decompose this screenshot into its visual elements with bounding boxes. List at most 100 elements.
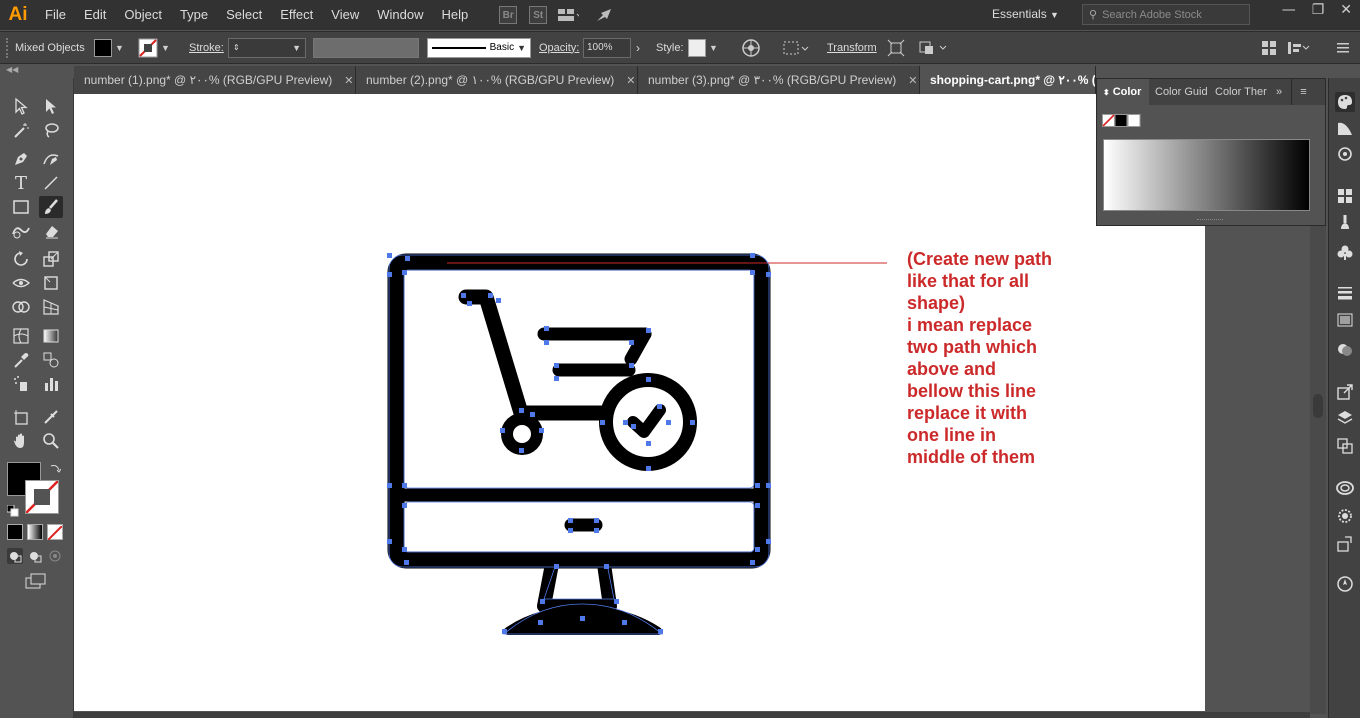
graphic-style-swatch[interactable]: ▼ [688,32,718,63]
opacity-input[interactable]: 100% › [583,32,640,63]
default-colors-icon[interactable] [6,502,19,517]
eyedropper-tool-icon[interactable] [9,349,33,371]
menu-file[interactable]: File [36,0,75,30]
stroke-panel-icon[interactable] [1335,282,1355,302]
arrange-icon[interactable] [1260,32,1278,63]
column-graph-tool-icon[interactable] [39,373,63,395]
color-spectrum[interactable] [1103,139,1310,211]
hand-tool-icon[interactable] [9,430,33,452]
recolor-artwork-icon[interactable] [741,32,761,63]
minimize-button[interactable]: — [1282,2,1296,18]
draw-normal-icon[interactable] [7,548,23,564]
menu-edit[interactable]: Edit [75,0,115,30]
paintbrush-tool-icon[interactable] [39,196,63,218]
navigator-icon[interactable] [1335,574,1355,594]
workspace-switcher[interactable]: Essentials ▼ [992,7,1059,21]
align-panel-icon[interactable] [1286,32,1310,63]
menu-help[interactable]: Help [432,0,477,30]
menu-effect[interactable]: Effect [271,0,322,30]
eraser-tool-icon[interactable] [39,220,63,242]
selection-tool-icon[interactable] [9,95,33,117]
swatches-icon[interactable] [1335,186,1355,206]
line-segment-tool-icon[interactable] [39,172,63,194]
artboards-icon[interactable] [1335,436,1355,456]
tab-color-themes[interactable]: Color Ther [1209,79,1267,105]
gradient-mode-button[interactable] [27,524,43,540]
stock-button[interactable]: St [527,5,549,25]
color-swatches[interactable] [1102,114,1150,130]
draw-behind-icon[interactable] [27,548,43,564]
asset-export-icon[interactable] [1335,534,1355,554]
grip-handle[interactable] [6,38,11,58]
cc-libraries-icon[interactable] [1335,478,1355,498]
rectangle-tool-icon[interactable] [9,196,33,218]
color-themes-icon[interactable] [1335,144,1355,164]
none-mode-button[interactable] [47,524,63,541]
menu-select[interactable]: Select [217,0,271,30]
stroke-swatch[interactable]: ▼ [138,32,170,63]
stroke-label[interactable]: Stroke: [189,32,224,63]
tab-number-3[interactable]: number (3).png* @ ۳۰۰% (RGB/GPU Preview)… [638,66,920,94]
layers-icon[interactable] [1335,408,1355,428]
opacity-label[interactable]: Opacity: [539,32,579,63]
lasso-tool-icon[interactable] [39,119,63,141]
type-tool-icon[interactable]: T [9,172,33,194]
close-tab-icon[interactable]: ✕ [626,74,635,87]
symbols-icon[interactable] [1335,242,1355,262]
tab-color-guide[interactable]: Color Guid [1149,79,1209,105]
close-tab-icon[interactable]: ✕ [344,74,353,87]
align-to-icon[interactable] [781,32,809,63]
brushes-icon[interactable] [1335,212,1355,232]
menu-window[interactable]: Window [368,0,432,30]
close-button[interactable]: ✕ [1340,2,1352,18]
stroke-weight-stepper[interactable]: ⇕ ▼ [228,32,306,63]
fill-swatch[interactable]: ▼ [94,32,124,63]
draw-inside-icon[interactable] [47,548,63,564]
tab-shopping-cart[interactable]: shopping-cart.png* @ ۲۰۰% (R [920,66,1096,94]
arrange-documents-icon[interactable] [557,5,580,25]
gpu-performance-icon[interactable] [593,5,615,25]
appearance-icon[interactable] [1335,506,1355,526]
puppet-warp-icon[interactable] [918,32,948,63]
panel-menu-icon[interactable] [1336,32,1350,63]
free-transform-tool-icon[interactable] [39,272,63,294]
scale-tool-icon[interactable] [39,248,63,270]
screen-mode-icon[interactable] [24,572,48,590]
menu-type[interactable]: Type [171,0,217,30]
color-panel-icon[interactable] [1335,92,1355,112]
artboard[interactable]: (Create new path like that for all shape… [74,94,1205,711]
gradient-panel-icon[interactable] [1335,310,1355,330]
export-icon[interactable] [1335,382,1355,402]
close-tab-icon[interactable]: ✕ [908,74,917,87]
transform-button[interactable]: Transform [827,32,877,63]
color-mode-button[interactable] [7,524,23,540]
gradient-tool-icon[interactable] [39,325,63,347]
pen-tool-icon[interactable] [9,148,33,170]
menu-object[interactable]: Object [115,0,171,30]
expand-panels-icon[interactable]: » [1267,79,1291,105]
isolate-object-icon[interactable] [886,32,906,63]
stroke-color-swatch[interactable] [25,480,59,514]
mesh-tool-icon[interactable] [9,325,33,347]
bridge-button[interactable]: Br [497,5,519,25]
variable-width-profile[interactable] [313,32,419,63]
restore-button[interactable]: ❐ [1312,2,1325,18]
search-stock-input[interactable]: ⚲ Search Adobe Stock [1082,4,1250,25]
width-tool-icon[interactable] [9,272,33,294]
magic-wand-tool-icon[interactable] [9,119,33,141]
panel-resize-handle[interactable] [1197,219,1223,222]
zoom-tool-icon[interactable] [39,430,63,452]
artboard-tool-icon[interactable] [9,406,33,428]
swap-fill-stroke-icon[interactable] [48,461,62,475]
tab-number-2[interactable]: number (2).png* @ ۱۰۰% (RGB/GPU Preview)… [356,66,638,94]
tab-color[interactable]: ⬍ Color [1097,79,1149,105]
brush-definition-dropdown[interactable]: Basic ▼ [427,32,531,63]
transparency-icon[interactable] [1335,340,1355,360]
rotate-tool-icon[interactable] [9,248,33,270]
shape-builder-tool-icon[interactable] [9,296,33,318]
curvature-tool-icon[interactable] [39,148,63,170]
blend-tool-icon[interactable] [39,349,63,371]
panel-menu-icon[interactable]: ≡ [1291,79,1315,105]
color-guide-icon[interactable] [1335,118,1355,138]
menu-view[interactable]: View [322,0,368,30]
